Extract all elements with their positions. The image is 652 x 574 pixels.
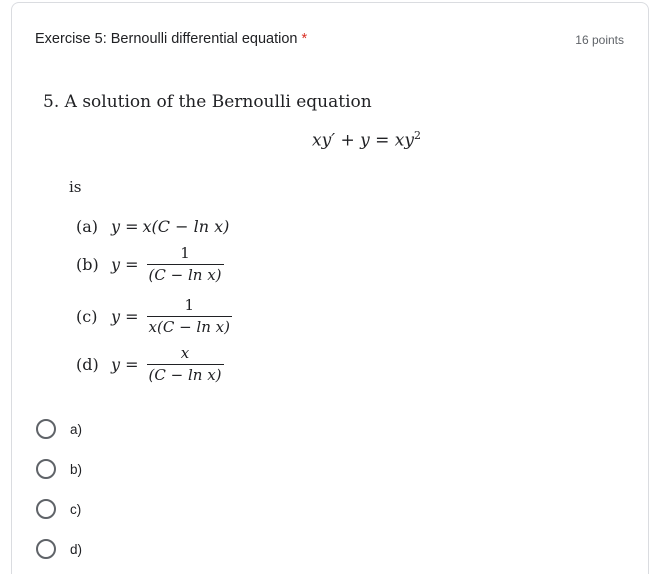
choice-a[interactable]: a) (36, 419, 82, 439)
option-b-numerator: 1 (180, 244, 190, 262)
required-marker: * (301, 31, 308, 47)
option-c-numerator: 1 (184, 296, 195, 314)
choice-c-label: c) (70, 501, 82, 517)
option-d-fraction: x (C − ln x) (146, 344, 224, 384)
radio-button-c[interactable] (36, 499, 56, 519)
option-a-label: (a) (76, 217, 99, 236)
choice-b[interactable]: b) (36, 459, 82, 479)
option-a-y: y = (111, 217, 139, 236)
equation-lhs: xy′ + y = xy (312, 130, 414, 151)
option-c-denominator: x(C − ln x) (146, 316, 232, 336)
option-b-fraction: 1 (C − ln x) (146, 244, 224, 284)
connector-text: is (69, 178, 82, 196)
option-d-denominator: (C − ln x) (146, 364, 224, 384)
option-c-y: y = (111, 306, 139, 326)
option-d-y: y = (111, 354, 139, 374)
question-text: A solution of the Bernoulli equation (64, 92, 372, 112)
radio-button-a[interactable] (36, 419, 56, 439)
option-b-label: (b) (76, 254, 99, 274)
choice-a-label: a) (70, 421, 83, 437)
option-b-y: y = (111, 254, 139, 274)
question-title: Exercise 5: Bernoulli differential equat… (35, 31, 307, 47)
question-statement: 5. A solution of the Bernoulli equation (43, 92, 372, 112)
choice-b-label: b) (70, 461, 83, 477)
choice-d[interactable]: d) (36, 539, 82, 559)
option-d-math: (d) y = x (C − ln x) (76, 344, 224, 384)
question-card: Exercise 5: Bernoulli differential equat… (11, 2, 649, 574)
option-b-denominator: (C − ln x) (146, 264, 224, 284)
option-a-math: (a) y = x(C − ln x) (76, 217, 229, 236)
option-c-math: (c) y = 1 x(C − ln x) (76, 296, 232, 336)
points-label: 16 points (575, 33, 624, 47)
option-d-label: (d) (76, 354, 99, 374)
equation-exponent: 2 (413, 129, 421, 142)
option-b-math: (b) y = 1 (C − ln x) (76, 244, 224, 284)
radio-button-d[interactable] (36, 539, 56, 559)
bernoulli-equation: xy′ + y = xy2 (312, 129, 421, 151)
radio-button-b[interactable] (36, 459, 56, 479)
question-title-text: Exercise 5: Bernoulli differential equat… (35, 31, 298, 47)
choice-d-label: d) (70, 541, 83, 557)
option-a-expr: x(C − ln x) (142, 217, 230, 236)
choice-c[interactable]: c) (36, 499, 81, 519)
question-number: 5. (43, 92, 60, 112)
option-c-fraction: 1 x(C − ln x) (146, 296, 232, 336)
option-c-label: (c) (76, 306, 98, 326)
option-d-numerator: x (180, 344, 190, 362)
